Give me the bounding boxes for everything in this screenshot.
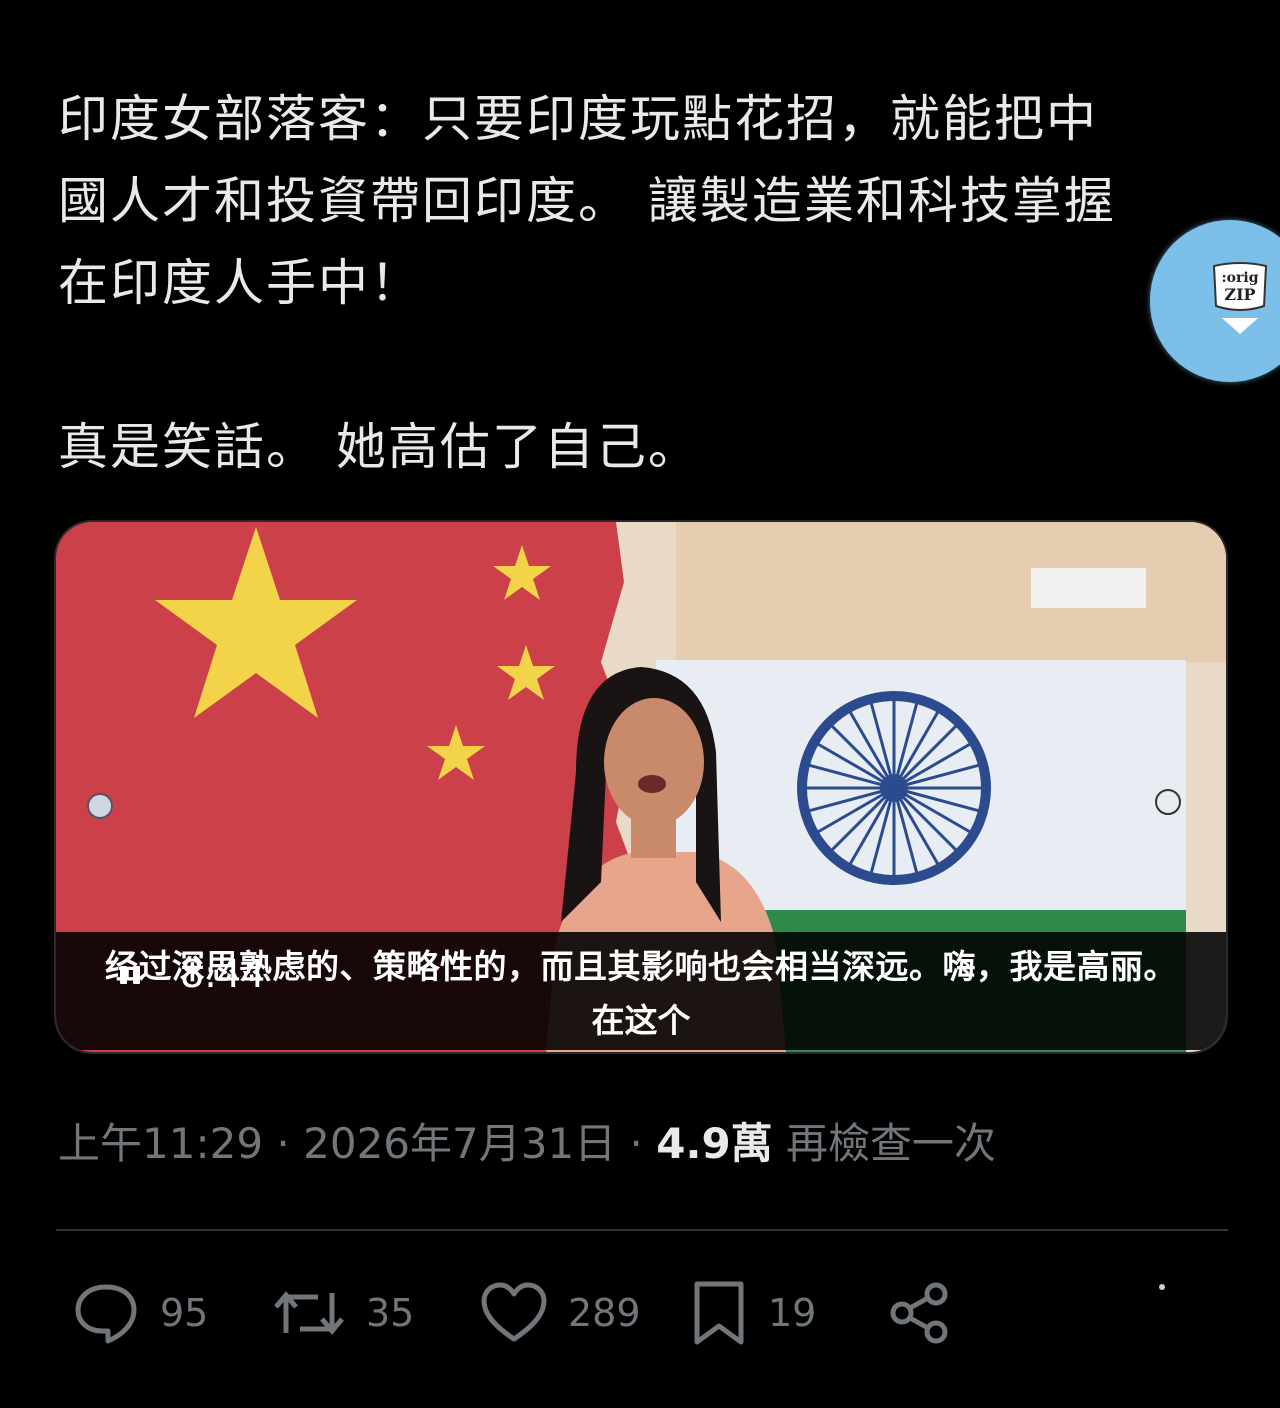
like-button[interactable]: 289 [480,1280,641,1346]
subtitle-line-2: 在这个 [591,1001,691,1040]
tweet-line-1: 印度女部落客：只要印度玩點花招，就能把中 [58,90,1098,148]
view-count[interactable]: 4.9萬 [656,1119,772,1168]
reply-button[interactable]: 95 [72,1280,208,1346]
tweet-meta: 上午11:29 · 2026年7月31日 · 4.9萬 再檢查一次 [58,1110,996,1171]
tweet-line-2: 國人才和投資帶回印度。 讓製造業和科技掌握 [58,172,1116,230]
bookmark-icon [694,1281,744,1345]
orig-zip-label-top: :orig [1222,270,1259,286]
tweet-line-4: 真是笑話。 她高估了自己。 [58,418,700,476]
pause-icon[interactable] [118,962,144,988]
tweet-line-3: 在印度人手中！ [58,254,422,312]
reply-icon [75,1284,137,1344]
retweet-count: 35 [366,1291,415,1335]
view-count-label: 再檢查一次 [786,1119,997,1168]
retweet-button[interactable]: 35 [272,1280,414,1346]
meta-separator: · [276,1119,290,1168]
like-count: 289 [568,1291,641,1335]
decorative-dot [1159,1284,1165,1290]
ashoka-chakra-icon [797,691,991,885]
orig-zip-label-bottom: ZIP [1224,285,1255,304]
heart-icon [481,1282,547,1342]
reply-count: 95 [160,1291,209,1335]
tweet-time[interactable]: 上午11:29 [58,1119,263,1168]
tweet-text: 印度女部落客：只要印度玩點花招，就能把中 國人才和投資帶回印度。 讓製造業和科技… [58,78,1218,488]
bookmark-count: 19 [768,1291,817,1335]
video-player[interactable]: 经过深思熟虑的、策略性的，而且其影响也会相当深远。嗨，我是高丽。 在这个 8:4… [56,522,1226,1052]
bookmark-button[interactable]: 19 [690,1280,816,1346]
divider [56,1229,1228,1231]
meta-separator-2: · [629,1119,643,1168]
tweet-date[interactable]: 2026年7月31日 [303,1119,616,1168]
video-time: 8:44 [180,952,266,996]
share-button[interactable] [888,1280,954,1346]
share-icon [890,1282,948,1344]
retweet-icon [274,1291,344,1335]
download-arrow-icon: :orig ZIP [1212,262,1268,334]
